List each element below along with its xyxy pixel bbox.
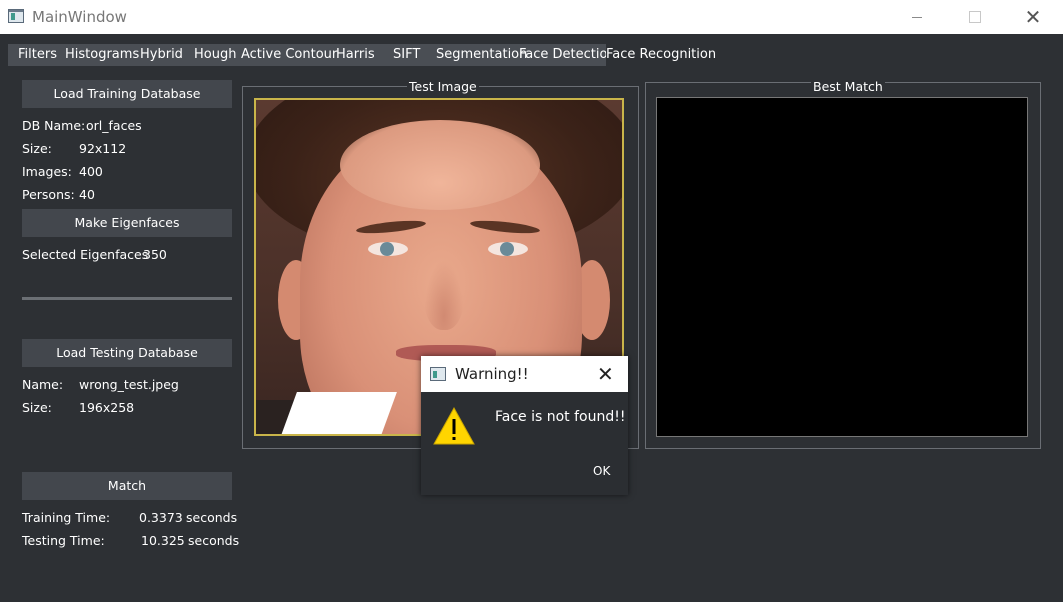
load-testing-database-button[interactable]: Load Testing Database	[22, 339, 232, 367]
test-size-value: 196x258	[79, 400, 135, 415]
window-title: MainWindow	[32, 8, 127, 26]
dialog-app-icon	[430, 367, 446, 381]
dialog-close-icon[interactable]: ✕	[597, 362, 614, 387]
selected-eigenfaces-label: Selected Eigenfaces	[22, 247, 149, 262]
maximize-icon	[969, 11, 981, 23]
db-size-value: 92x112	[79, 141, 127, 156]
close-icon: ✕	[1024, 6, 1042, 29]
db-size-label: Size:	[22, 141, 52, 156]
persons-label: Persons:	[22, 187, 75, 202]
best-match-title: Best Match	[811, 79, 885, 94]
load-training-database-button[interactable]: Load Training Database	[22, 80, 232, 108]
title-bar: MainWindow ✕	[0, 0, 1063, 34]
tab-histograms[interactable]: Histograms	[65, 44, 139, 66]
app-icon	[8, 9, 24, 23]
tab-filters[interactable]: Filters	[18, 44, 57, 66]
make-eigenfaces-button[interactable]: Make Eigenfaces	[22, 209, 232, 237]
ok-button[interactable]: OK	[593, 464, 610, 478]
testing-time-label: Testing Time:	[22, 533, 105, 548]
tab-active-contour[interactable]: Active Contour	[241, 44, 337, 66]
tab-segmentation[interactable]: Segmentation	[436, 44, 527, 66]
tab-harris[interactable]: Harris	[336, 44, 375, 66]
minimize-icon	[912, 16, 922, 18]
maximize-button[interactable]	[946, 0, 1004, 34]
db-name-value: orl_faces	[86, 118, 142, 133]
test-size-label: Size:	[22, 400, 52, 415]
match-button[interactable]: Match	[22, 472, 232, 500]
dialog-title: Warning!!	[455, 365, 529, 383]
eigenfaces-slider[interactable]	[22, 297, 232, 300]
db-name-label: DB Name:	[22, 118, 86, 133]
tab-hybrid[interactable]: Hybrid	[140, 44, 183, 66]
test-name-value: wrong_test.jpeg	[79, 377, 179, 392]
tab-sift[interactable]: SIFT	[393, 44, 420, 66]
images-value: 400	[79, 164, 103, 179]
training-time-unit: seconds	[186, 510, 238, 525]
warning-dialog: Warning!! ✕ Face is not found!! OK	[421, 356, 628, 495]
testing-time-value: 10.325	[141, 533, 185, 548]
training-time-value: 0.3373	[139, 510, 183, 525]
dialog-title-bar: Warning!! ✕	[421, 356, 628, 392]
tab-face-detection[interactable]: Face Detection	[519, 44, 616, 66]
tab-hough[interactable]: Hough	[194, 44, 236, 66]
test-image-title: Test Image	[407, 79, 479, 94]
test-name-label: Name:	[22, 377, 64, 392]
dialog-message: Face is not found!!	[495, 409, 626, 425]
minimize-button[interactable]	[888, 0, 946, 34]
close-button[interactable]: ✕	[1004, 0, 1062, 34]
warning-icon	[433, 406, 475, 445]
testing-time-unit: seconds	[188, 533, 240, 548]
tab-face-recognition[interactable]: Face Recognition	[606, 44, 721, 66]
training-time-label: Training Time:	[22, 510, 111, 525]
persons-value: 40	[79, 187, 95, 202]
images-label: Images:	[22, 164, 72, 179]
best-match-image	[656, 97, 1028, 437]
selected-eigenfaces-value: 350	[143, 247, 167, 262]
